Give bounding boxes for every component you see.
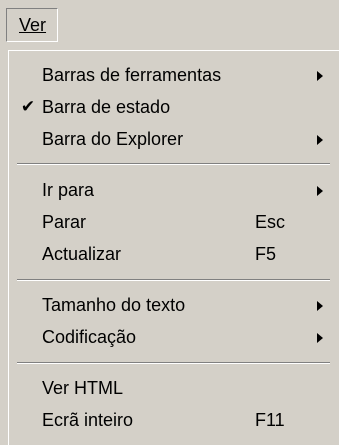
menu-item-explorer-bar[interactable]: Barra do Explorer bbox=[9, 123, 338, 155]
menu-item-full-screen-label: Ecrã inteiro bbox=[42, 410, 134, 430]
menu-item-text-size-label: Tamanho do texto bbox=[42, 295, 186, 315]
menu-item-view-html-label: Ver HTML bbox=[42, 378, 124, 398]
menu-item-encoding-label: Codificação bbox=[42, 327, 137, 347]
menu-item-stop-shortcut: Esc bbox=[255, 212, 286, 232]
checkmark-icon: ✔ bbox=[20, 97, 36, 116]
menu-item-toolbars-label: Barras de ferramentas bbox=[42, 65, 222, 85]
menu-item-full-screen-shortcut: F11 bbox=[255, 410, 285, 430]
submenu-arrow-icon bbox=[317, 333, 323, 343]
menu-item-status-bar[interactable]: ✔ Barra de estado bbox=[9, 91, 338, 123]
menu-bar: Ver bbox=[0, 0, 339, 46]
menu-separator bbox=[17, 163, 330, 165]
menu-item-stop[interactable]: Parar Esc bbox=[9, 206, 338, 238]
view-menu-dropdown: Barras de ferramentas ✔ Barra de estado … bbox=[8, 50, 339, 445]
menu-item-explorer-bar-label: Barra do Explorer bbox=[42, 129, 184, 149]
menu-item-stop-label: Parar bbox=[42, 212, 87, 232]
menu-item-refresh[interactable]: Actualizar F5 bbox=[9, 238, 338, 270]
menu-ver[interactable]: Ver bbox=[6, 8, 58, 42]
menu-item-go-to[interactable]: Ir para bbox=[9, 174, 338, 206]
submenu-arrow-icon bbox=[317, 186, 323, 196]
menu-item-refresh-shortcut: F5 bbox=[255, 244, 277, 264]
menu-separator bbox=[17, 279, 330, 281]
menu-item-toolbars[interactable]: Barras de ferramentas bbox=[9, 59, 338, 91]
menu-item-text-size[interactable]: Tamanho do texto bbox=[9, 289, 338, 321]
menu-separator bbox=[17, 362, 330, 364]
menu-item-status-bar-label: Barra de estado bbox=[42, 97, 171, 117]
submenu-arrow-icon bbox=[317, 71, 323, 81]
menu-ver-label: Ver bbox=[19, 15, 47, 35]
menu-item-full-screen[interactable]: Ecrã inteiro F11 bbox=[9, 404, 338, 436]
menu-item-encoding[interactable]: Codificação bbox=[9, 321, 338, 353]
menu-item-go-to-label: Ir para bbox=[42, 180, 95, 200]
submenu-arrow-icon bbox=[317, 135, 323, 145]
menu-item-refresh-label: Actualizar bbox=[42, 244, 122, 264]
menu-item-view-html[interactable]: Ver HTML bbox=[9, 372, 338, 404]
submenu-arrow-icon bbox=[317, 301, 323, 311]
